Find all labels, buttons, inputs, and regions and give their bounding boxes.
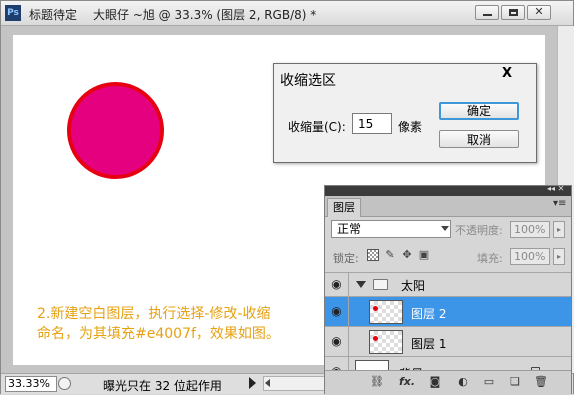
new-layer-icon[interactable]: ❏ [507,375,523,389]
title-bar: Ps 标题待定 大眼仔 ~旭 @ 33.3% (图层 2, RGB/8) * ✕ [1,1,573,26]
zoom-level-field[interactable]: 33.33% [5,376,57,392]
status-info-icon[interactable] [58,377,71,390]
panel-tab-row: 图层 ▾≡ [325,196,571,217]
eye-icon[interactable]: ◉ [325,273,349,296]
blend-mode-dropdown-icon[interactable] [441,226,449,231]
lock-paint-icon[interactable]: ✎ [384,249,396,261]
lock-transparency-icon[interactable] [367,249,379,261]
layer-thumbnail [369,330,403,354]
lock-all-icon[interactable]: ▣ [418,249,430,261]
group-name: 太阳 [401,279,426,293]
group-icon[interactable]: ▭ [481,375,497,389]
contract-selection-dialog: 收缩选区 X 收缩量(C): 15 像素 确定 取消 [273,63,537,163]
dialog-title: 收缩选区 [280,73,336,89]
red-dot [373,306,378,311]
document-title: 大眼仔 ~旭 @ 33.3% (图层 2, RGB/8) * [93,8,317,22]
layer-group-row[interactable]: ◉ 太阳 [325,272,571,296]
horizontal-scrollbar[interactable] [263,376,327,391]
layer-thumbnail [369,300,403,324]
fx-icon[interactable]: fx. [399,375,415,389]
lock-label: 锁定: [333,252,359,265]
layers-bottom-toolbar: ⛓ fx. ◙ ◐ ▭ ❏ 🗑 [325,370,571,395]
layer-name: 图层 1 [411,337,447,351]
opacity-slider-arrow-icon[interactable]: ▸ [553,221,565,238]
pixels-unit-label: 像素 [398,120,423,134]
ok-button[interactable]: 确定 [439,102,519,120]
app-name: 标题待定 [29,8,78,22]
collapse-panel-icon[interactable]: ◂◂ ✕ [547,184,564,193]
expand-group-icon[interactable] [356,281,366,288]
lock-move-icon[interactable]: ✥ [401,249,413,261]
scroll-left-arrow-icon[interactable] [265,379,270,387]
opacity-input[interactable]: 100% [510,221,550,238]
trash-icon[interactable]: 🗑 [533,375,549,389]
panel-header-bar[interactable]: ◂◂ ✕ [325,184,571,196]
eye-icon[interactable]: ◉ [325,297,349,326]
minimize-button[interactable] [475,5,499,20]
link-icon[interactable]: ⛓ [369,375,385,389]
layer-name: 图层 2 [411,307,447,321]
maximize-button[interactable] [501,5,525,20]
photoshop-app-icon: Ps [5,5,21,21]
pink-circle-shape [67,82,164,179]
mask-icon[interactable]: ◙ [427,375,443,389]
status-menu-arrow-icon[interactable] [249,377,256,389]
layer-row[interactable]: ◉ 图层 1 [325,326,571,356]
fill-label: 填充: [477,252,503,265]
panel-menu-icon[interactable]: ▾≡ [553,198,566,209]
fill-slider-arrow-icon[interactable]: ▸ [553,248,565,265]
adjustment-icon[interactable]: ◐ [455,375,471,389]
opacity-label: 不透明度: [455,224,503,237]
fill-input[interactable]: 100% [510,248,550,265]
tab-layers[interactable]: 图层 [327,198,361,217]
layers-panel: ◂◂ ✕ 图层 ▾≡ 正常 不透明度: 100% ▸ 锁定: ✎ ✥ ▣ 填充:… [324,184,572,395]
close-icon: ✕ [534,5,544,18]
blend-mode-select[interactable]: 正常 [331,220,451,238]
status-text: 曝光只在 32 位起作用 [103,379,222,393]
red-dot [373,336,378,341]
contract-amount-label: 收缩量(C): [288,120,346,134]
maximize-icon [509,9,518,16]
dialog-close-icon[interactable]: X [502,66,512,81]
folder-icon [373,279,388,290]
eye-icon[interactable]: ◉ [325,327,349,356]
layer-row[interactable]: ◉ 图层 2 [325,296,571,326]
tutorial-caption: 2.新建空白图层，执行选择-修改-收缩 命名，为其填充#e4007f，效果如图。 [37,306,280,342]
minimize-icon [483,14,492,16]
close-window-button[interactable]: ✕ [527,5,551,20]
cancel-button[interactable]: 取消 [439,130,519,148]
contract-amount-input[interactable]: 15 [352,113,392,134]
